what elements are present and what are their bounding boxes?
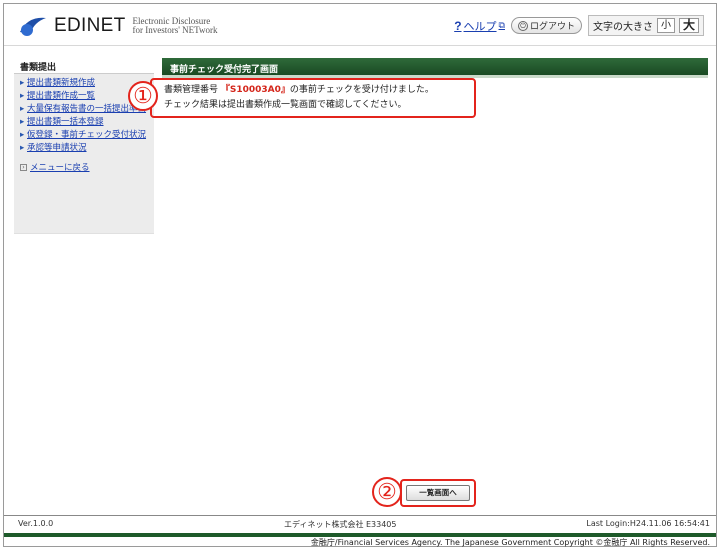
callout-1-number: ① bbox=[128, 81, 158, 111]
logout-label: ログアウト bbox=[529, 22, 575, 32]
organization-text: エディネット株式会社 E33405 bbox=[284, 520, 397, 529]
back-to-menu[interactable]: › メニューに戻る bbox=[14, 161, 154, 173]
version-text: Ver.1.0.0 bbox=[18, 519, 54, 528]
footer: Ver.1.0.0 エディネット株式会社 E33405 Last Login:H… bbox=[4, 519, 716, 531]
footer-divider bbox=[4, 515, 716, 516]
sidebar-item-approval-status[interactable]: ▸ 承認等申請状況 bbox=[20, 143, 150, 153]
page-title: 事前チェック受付完了画面 bbox=[162, 58, 708, 78]
help-link[interactable]: ? ヘルプ ⧉ bbox=[454, 18, 505, 34]
sidebar-item-precheck-status[interactable]: ▸ 仮登録・事前チェック受付状況 bbox=[20, 130, 150, 140]
back-to-menu-link[interactable]: メニューに戻る bbox=[30, 161, 90, 173]
sidebar-item-bulk-register[interactable]: ▸ 提出書類一括本登録 bbox=[20, 117, 150, 127]
external-window-icon: ⧉ bbox=[498, 20, 505, 31]
back-to-list-button[interactable]: 一覧画面へ bbox=[406, 485, 470, 501]
back-icon: › bbox=[20, 163, 27, 171]
help-icon: ? bbox=[454, 18, 462, 33]
font-large-button[interactable]: 大 bbox=[678, 18, 699, 33]
font-size-label: 文字の大きさ bbox=[592, 22, 653, 33]
font-size-control: 文字の大きさ 小 大 bbox=[587, 15, 704, 36]
help-label: ヘルプ bbox=[463, 19, 497, 33]
callout-2-number: ② bbox=[372, 477, 402, 507]
bullet-icon: ▸ bbox=[20, 143, 25, 153]
last-login-text: Last Login:H24.11.06 16:54:41 bbox=[586, 519, 710, 528]
copyright-text: 金融庁/Financial Services Agency. The Japan… bbox=[310, 538, 710, 547]
app-window: EDINET Electronic Disclosure for Investo… bbox=[3, 3, 717, 547]
bullet-icon: ▸ bbox=[20, 130, 25, 140]
bullet-icon: ▸ bbox=[20, 104, 25, 114]
logout-button[interactable]: ⏻ ログアウト bbox=[510, 17, 582, 34]
edinet-logo-icon bbox=[20, 17, 46, 36]
brand-name: EDINET bbox=[54, 15, 126, 36]
bullet-icon: ▸ bbox=[20, 117, 25, 127]
header-tools: ? ヘルプ ⧉ ⏻ ログアウト 文字の大きさ 小 大 bbox=[454, 15, 704, 36]
edinet-logo: EDINET Electronic Disclosure for Investo… bbox=[18, 12, 217, 40]
bullet-icon: ▸ bbox=[20, 91, 25, 101]
header: EDINET Electronic Disclosure for Investo… bbox=[4, 4, 716, 46]
bullet-icon: ▸ bbox=[20, 78, 25, 88]
callout-1-box bbox=[150, 78, 476, 118]
brand-subtitle: Electronic Disclosure for Investors' NET… bbox=[132, 16, 218, 35]
sidebar-title: 書類提出 bbox=[14, 56, 154, 74]
power-icon: ⏻ bbox=[517, 20, 528, 31]
font-small-button[interactable]: 小 bbox=[656, 18, 675, 33]
